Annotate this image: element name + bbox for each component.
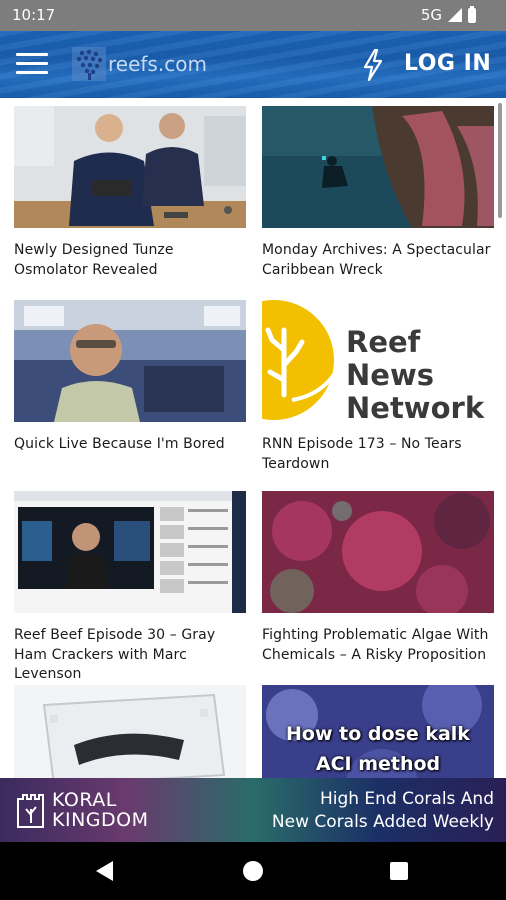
article-title: Fighting Problematic Algae With Chemical…: [262, 627, 489, 663]
back-icon[interactable]: [96, 861, 113, 881]
app-bar: reefs.com LOG IN: [0, 31, 506, 98]
ad-copy-line1: High End Corals And: [319, 789, 494, 809]
recent-apps-icon[interactable]: [390, 862, 408, 880]
status-bar: 10:17 5G: [0, 0, 506, 31]
kalk-thumb-line1: How to dose kalk: [286, 723, 470, 745]
article-title: Reef Beef Episode 30 – Gray Ham Crackers…: [14, 627, 216, 682]
article-card[interactable]: How to dose kalk ACI method: [262, 685, 494, 778]
koral-kingdom-logo: KORAL KINGDOM: [16, 790, 148, 830]
rnn-logo-text: Reef News Network: [346, 325, 485, 423]
signal-icon: [448, 8, 462, 22]
article-thumbnail: [14, 685, 246, 778]
algae-reef-image: [262, 491, 494, 613]
battery-icon: [468, 5, 476, 23]
ad-brand-line2: KINGDOM: [52, 809, 149, 831]
kalk-thumb-text: How to dose kalk ACI method: [262, 719, 494, 778]
system-nav-bar: [0, 842, 506, 900]
article-card[interactable]: [14, 685, 246, 778]
article-thumbnail: [262, 491, 494, 613]
acrylic-box-image: [14, 685, 246, 778]
article-card[interactable]: Fighting Problematic Algae With Chemical…: [262, 491, 494, 665]
article-title: RNN Episode 173 – No Tears Teardown: [262, 436, 462, 472]
article-title: Newly Designed Tunze Osmolator Revealed: [14, 242, 174, 278]
ad-banner[interactable]: KORAL KINGDOM High End Corals And New Co…: [0, 778, 506, 842]
article-thumbnail: [262, 106, 494, 228]
ad-brand-line1: KORAL: [52, 789, 117, 811]
ad-copy: High End Corals And New Corals Added Wee…: [272, 788, 494, 834]
scrollbar[interactable]: [498, 103, 502, 218]
reef-beef-video-image: [14, 491, 246, 613]
logo-text: reefs.com: [108, 52, 207, 76]
coral-logo-icon: [72, 47, 106, 81]
article-thumbnail: [14, 106, 246, 228]
status-icons: 5G: [420, 5, 476, 24]
article-card[interactable]: Monday Archives: A Spectacular Caribbean…: [262, 106, 494, 280]
ad-copy-line2: New Corals Added Weekly: [271, 812, 494, 832]
ad-brand-text: KORAL KINGDOM: [52, 790, 148, 830]
status-time: 10:17: [12, 6, 56, 24]
tunze-video-image: [14, 106, 246, 228]
wreck-dive-image: [262, 106, 494, 228]
article-thumbnail: Reef News Network: [262, 300, 494, 422]
lightning-bolt-icon[interactable]: [362, 49, 384, 81]
article-grid[interactable]: Newly Designed Tunze Osmolator Revealed …: [0, 98, 506, 778]
live-stream-image: [14, 300, 246, 422]
article-title: Quick Live Because I'm Bored: [14, 436, 225, 452]
reefs-logo[interactable]: reefs.com: [72, 47, 207, 81]
article-card[interactable]: Reef News Network RNN Episode 173 – No T…: [262, 300, 494, 474]
article-card[interactable]: Newly Designed Tunze Osmolator Revealed: [14, 106, 246, 280]
article-thumbnail: [14, 491, 246, 613]
kalk-thumb-line2: ACI method: [315, 753, 441, 775]
article-thumbnail: How to dose kalk ACI method: [262, 685, 494, 778]
article-card[interactable]: Reef Beef Episode 30 – Gray Ham Crackers…: [14, 491, 246, 685]
article-thumbnail: [14, 300, 246, 422]
menu-icon[interactable]: [16, 53, 48, 77]
article-card[interactable]: Quick Live Because I'm Bored: [14, 300, 246, 455]
login-button[interactable]: LOG IN: [404, 51, 491, 76]
article-title: Monday Archives: A Spectacular Caribbean…: [262, 242, 491, 278]
home-icon[interactable]: [243, 861, 263, 881]
castle-icon: [17, 794, 44, 828]
network-type: 5G: [420, 6, 442, 24]
